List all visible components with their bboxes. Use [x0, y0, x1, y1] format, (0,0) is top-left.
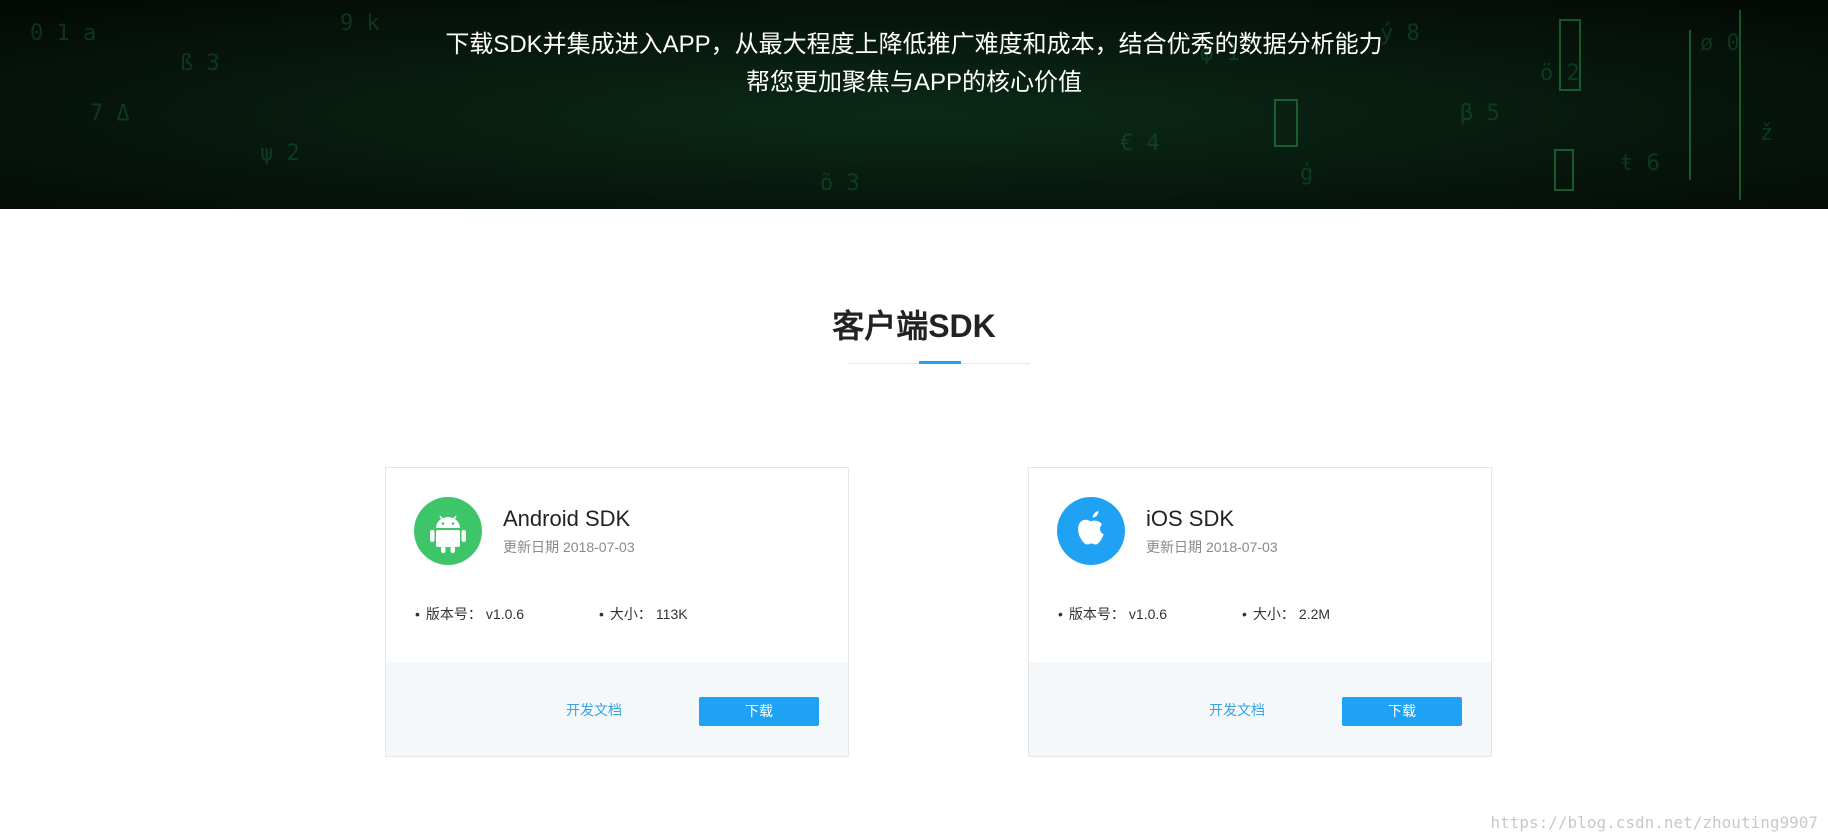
- size-value: 113K: [655, 606, 688, 622]
- size-spec: • 大小： 113K: [599, 604, 688, 624]
- android-icon: [414, 497, 482, 565]
- section-title: 客户端SDK: [832, 308, 996, 344]
- size-label: 大小：: [609, 606, 652, 622]
- size-spec: • 大小： 2.2M: [1242, 604, 1330, 624]
- update-date: 更新日期 2018-07-03: [503, 537, 639, 557]
- version-spec: • 版本号： v1.0.6: [415, 604, 524, 624]
- hero-tagline: 下载SDK并集成进入APP，从最大程度上降低推广难度和成本，结合优秀的数据分析能…: [0, 26, 1828, 102]
- sdk-name: iOS SDK: [1146, 506, 1235, 531]
- svg-text:ž: ž: [1760, 121, 1773, 146]
- hero-line-1: 下载SDK并集成进入APP，从最大程度上降低推广难度和成本，结合优秀的数据分析能…: [445, 31, 1383, 58]
- download-button[interactable]: 下载: [1342, 697, 1462, 726]
- version-label: 版本号：: [1068, 606, 1125, 622]
- update-date-value: 2018-07-03: [563, 539, 635, 555]
- svg-text:ģ: ģ: [1300, 161, 1313, 186]
- size-value: 2.2M: [1298, 606, 1331, 622]
- svg-text:€ 4: € 4: [1120, 131, 1160, 156]
- bullet-icon: •: [1242, 606, 1247, 622]
- hero-banner: 0 1 a7 Δß 3 ψ 29 k € 4 φ 1ģý 8 β 5ö 2ŧ 6 …: [0, 0, 1828, 209]
- title-accent-bar: [919, 361, 961, 364]
- hero-line-2: 帮您更加聚焦与APP的核心价值: [745, 69, 1083, 96]
- version-label: 版本号：: [425, 606, 482, 622]
- svg-text:7 Δ: 7 Δ: [90, 101, 130, 126]
- bullet-icon: •: [1058, 606, 1063, 622]
- svg-text:ψ 2: ψ 2: [260, 141, 300, 166]
- size-label: 大小：: [1252, 606, 1295, 622]
- version-spec: • 版本号： v1.0.6: [1058, 604, 1167, 624]
- sdk-name: Android SDK: [503, 506, 631, 531]
- card-footer: 开发文档 下载: [386, 662, 848, 756]
- update-date-label: 更新日期: [503, 539, 559, 555]
- dev-docs-link[interactable]: 开发文档: [1209, 700, 1265, 720]
- version-value: v1.0.6: [485, 606, 525, 622]
- bullet-icon: •: [599, 606, 604, 622]
- update-date-label: 更新日期: [1146, 539, 1202, 555]
- apple-icon: [1057, 497, 1125, 565]
- svg-text:õ 3: õ 3: [820, 171, 860, 196]
- android-sdk-card: Android SDK 更新日期 2018-07-03 • 版本号： v1.0.6 •…: [385, 467, 849, 757]
- watermark-text: https://blog.csdn.net/zhouting9907: [1490, 813, 1818, 832]
- svg-text:β 5: β 5: [1460, 101, 1500, 126]
- version-value: v1.0.6: [1128, 606, 1168, 622]
- svg-text:ŧ 6: ŧ 6: [1620, 151, 1660, 176]
- update-date: 更新日期 2018-07-03: [1146, 537, 1282, 557]
- update-date-value: 2018-07-03: [1206, 539, 1278, 555]
- bullet-icon: •: [415, 606, 420, 622]
- ios-sdk-card: iOS SDK 更新日期 2018-07-03 • 版本号： v1.0.6 • 大小： 2…: [1028, 467, 1492, 757]
- card-footer: 开发文档 下载: [1029, 662, 1491, 756]
- download-button[interactable]: 下载: [699, 697, 819, 726]
- dev-docs-link[interactable]: 开发文档: [566, 700, 622, 720]
